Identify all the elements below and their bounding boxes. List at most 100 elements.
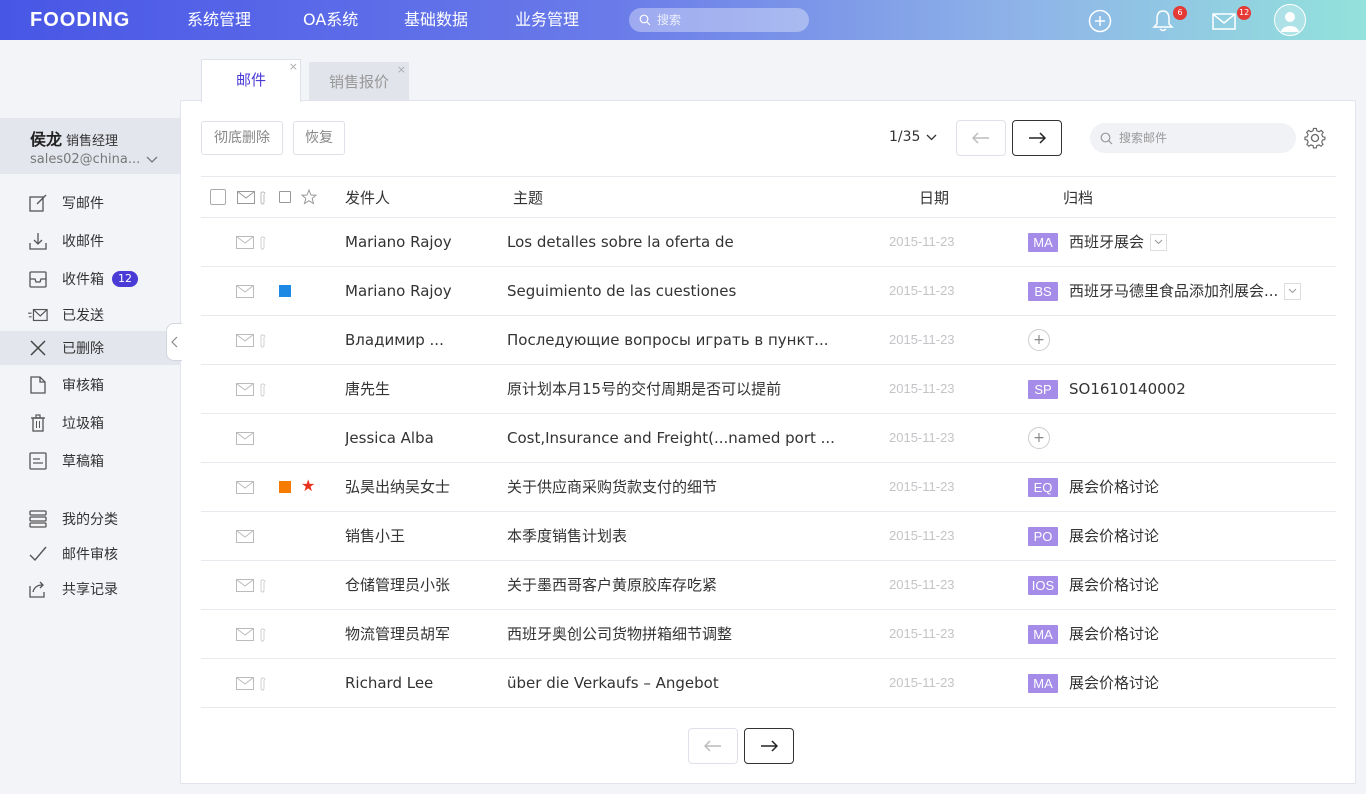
sidebar-item-share-log[interactable]: 共享记录 <box>0 572 180 606</box>
compose-icon <box>28 193 48 213</box>
sidebar-item-categories[interactable]: 我的分类 <box>0 502 180 536</box>
archive-tag: EQ <box>1028 477 1058 497</box>
share-icon <box>28 579 48 599</box>
page-selector[interactable]: 1/35 <box>889 129 937 145</box>
row-date: 2015-11-23 <box>889 479 955 494</box>
archive-tag: PO <box>1028 526 1058 546</box>
close-tab-icon[interactable]: × <box>289 60 298 74</box>
draft-icon <box>28 451 48 471</box>
collapse-sidebar-handle[interactable] <box>166 323 182 361</box>
table-row[interactable]: Mariano Rajoy Seguimiento de las cuestion… <box>201 267 1336 316</box>
archive-label[interactable]: 展会价格讨论 <box>1069 659 1159 707</box>
row-subject: 西班牙奥创公司货物拼箱细节调整 <box>507 625 733 643</box>
search-icon <box>1100 132 1113 144</box>
table-row[interactable]: Jessica Alba Cost,Insurance and Freight(.… <box>201 414 1336 463</box>
sidebar-item-deleted[interactable]: 已删除 <box>0 331 180 365</box>
mail-icon[interactable] <box>1211 8 1237 34</box>
sidebar-item-mail-audit[interactable]: 邮件审核 <box>0 537 180 571</box>
archive-column-header[interactable]: 归档 <box>1063 187 1093 208</box>
date-column-header[interactable]: 日期 <box>919 187 949 208</box>
color-flag-icon[interactable] <box>279 481 291 493</box>
close-tab-icon[interactable]: × <box>397 63 406 77</box>
color-flag-icon[interactable] <box>279 285 291 297</box>
bottom-prev-page-button[interactable] <box>688 728 738 764</box>
restore-button[interactable]: 恢复 <box>293 121 345 155</box>
archive-label[interactable]: SO1610140002 <box>1069 365 1186 413</box>
sidebar-item-drafts[interactable]: 草稿箱 <box>0 444 180 478</box>
add-archive-icon[interactable]: + <box>1028 329 1050 351</box>
table-row[interactable]: 唐先生 原计划本月15号的交付周期是否可以提前 2015-11-23 SP SO1610… <box>201 365 1336 414</box>
row-sender: 唐先生 <box>345 380 391 398</box>
archive-label[interactable]: 展会价格讨论 <box>1069 610 1159 658</box>
row-subject: Последующие вопросы играть в пункт... <box>507 331 829 349</box>
add-icon[interactable] <box>1087 8 1113 34</box>
envelope-icon <box>236 479 254 498</box>
row-date: 2015-11-23 <box>889 626 955 641</box>
nav-business-admin[interactable]: 业务管理 <box>515 0 579 40</box>
prev-page-button[interactable] <box>956 120 1006 156</box>
add-archive-icon[interactable]: + <box>1028 427 1050 449</box>
sidebar-item-inbox[interactable]: 收件箱 12 <box>0 262 180 296</box>
archive-label[interactable]: 展会价格讨论 <box>1069 512 1159 560</box>
row-date: 2015-11-23 <box>889 430 955 445</box>
nav-oa-system[interactable]: OA系统 <box>303 0 358 40</box>
sidebar-item-compose[interactable]: 写邮件 <box>0 186 180 220</box>
layers-icon <box>28 509 48 529</box>
avatar[interactable] <box>1274 4 1306 36</box>
row-date: 2015-11-23 <box>889 283 955 298</box>
tab-sales-quote[interactable]: 销售报价 × <box>309 62 409 100</box>
table-row[interactable]: Mariano Rajoy Los detalles sobre la ofert… <box>201 218 1336 267</box>
table-row[interactable]: Владимир ... Последующие вопросы играть в… <box>201 316 1336 365</box>
table-row[interactable]: 销售小王 本季度销售计划表 2015-11-23 PO 展会价格讨论 <box>201 512 1336 561</box>
archive-tag: MA <box>1028 673 1058 693</box>
archive-tag: IOS <box>1028 575 1058 595</box>
nav-system-admin[interactable]: 系统管理 <box>187 0 251 40</box>
sender-column-header[interactable]: 发件人 <box>345 187 390 208</box>
mail-table-header: 发件人 主题 日期 归档 <box>201 176 1336 218</box>
archive-tag: MA <box>1028 232 1058 252</box>
chevron-down-icon[interactable] <box>146 156 158 164</box>
search-icon <box>639 14 651 26</box>
row-sender: Mariano Rajoy <box>345 233 452 251</box>
row-sender: Jessica Alba <box>345 429 434 447</box>
table-row[interactable]: 物流管理员胡军 西班牙奥创公司货物拼箱细节调整 2015-11-23 MA 展会价格讨论 <box>201 610 1336 659</box>
sidebar-item-sent[interactable]: 已发送 <box>0 298 180 332</box>
nav-base-data[interactable]: 基础数据 <box>404 0 468 40</box>
archive-label[interactable]: 西班牙马德里食品添加剂展会... <box>1069 267 1278 315</box>
notification-badge: 6 <box>1173 6 1187 20</box>
row-subject: 关于供应商采购货款支付的细节 <box>507 478 718 496</box>
attachment-icon <box>259 235 267 254</box>
sidebar-item-trash[interactable]: 垃圾箱 <box>0 406 180 440</box>
star-icon[interactable]: ★ <box>301 475 315 497</box>
global-search[interactable] <box>629 8 809 32</box>
global-search-input[interactable] <box>657 13 797 27</box>
archive-label[interactable]: 展会价格讨论 <box>1069 463 1159 511</box>
sidebar-item-receive[interactable]: 收邮件 <box>0 224 180 258</box>
gear-icon[interactable] <box>1304 127 1326 153</box>
inbox-icon <box>28 269 48 289</box>
archive-dropdown-icon[interactable] <box>1150 233 1168 251</box>
subject-column-header[interactable]: 主题 <box>513 187 543 208</box>
delete-forever-button[interactable]: 彻底删除 <box>201 121 283 155</box>
table-row[interactable]: 仓储管理员小张 关于墨西哥客户黄原胶库存吃紧 2015-11-23 IOS 展会价格讨论 <box>201 561 1336 610</box>
row-date: 2015-11-23 <box>889 675 955 690</box>
chevron-left-icon <box>171 336 178 348</box>
next-page-button[interactable] <box>1012 120 1062 156</box>
tab-mail[interactable]: 邮件 × <box>201 59 301 102</box>
bottom-next-page-button[interactable] <box>744 728 794 764</box>
archive-label[interactable]: 展会价格讨论 <box>1069 561 1159 609</box>
archive-dropdown-icon[interactable] <box>1284 282 1302 300</box>
attachment-icon <box>259 676 267 695</box>
table-row[interactable]: Richard Lee über die Verkaufs – Angebot 20… <box>201 659 1336 708</box>
mail-search-input[interactable] <box>1119 131 1279 145</box>
envelope-icon <box>236 577 254 596</box>
row-subject: über die Verkaufs – Angebot <box>507 674 719 692</box>
row-sender: Владимир ... <box>345 331 444 349</box>
table-row[interactable]: ★ 弘昊出纳吴女士 关于供应商采购货款支付的细节 2015-11-23 EQ 展会价格讨论 <box>201 463 1336 512</box>
archive-label[interactable]: 西班牙展会 <box>1069 218 1144 266</box>
user-profile[interactable]: 侯龙 销售经理 sales02@china... <box>0 118 180 174</box>
sidebar-item-review[interactable]: 审核箱 <box>0 368 180 402</box>
select-all-checkbox[interactable] <box>210 189 226 205</box>
app-logo[interactable]: FOODING <box>30 9 130 32</box>
mail-search[interactable] <box>1090 123 1296 153</box>
